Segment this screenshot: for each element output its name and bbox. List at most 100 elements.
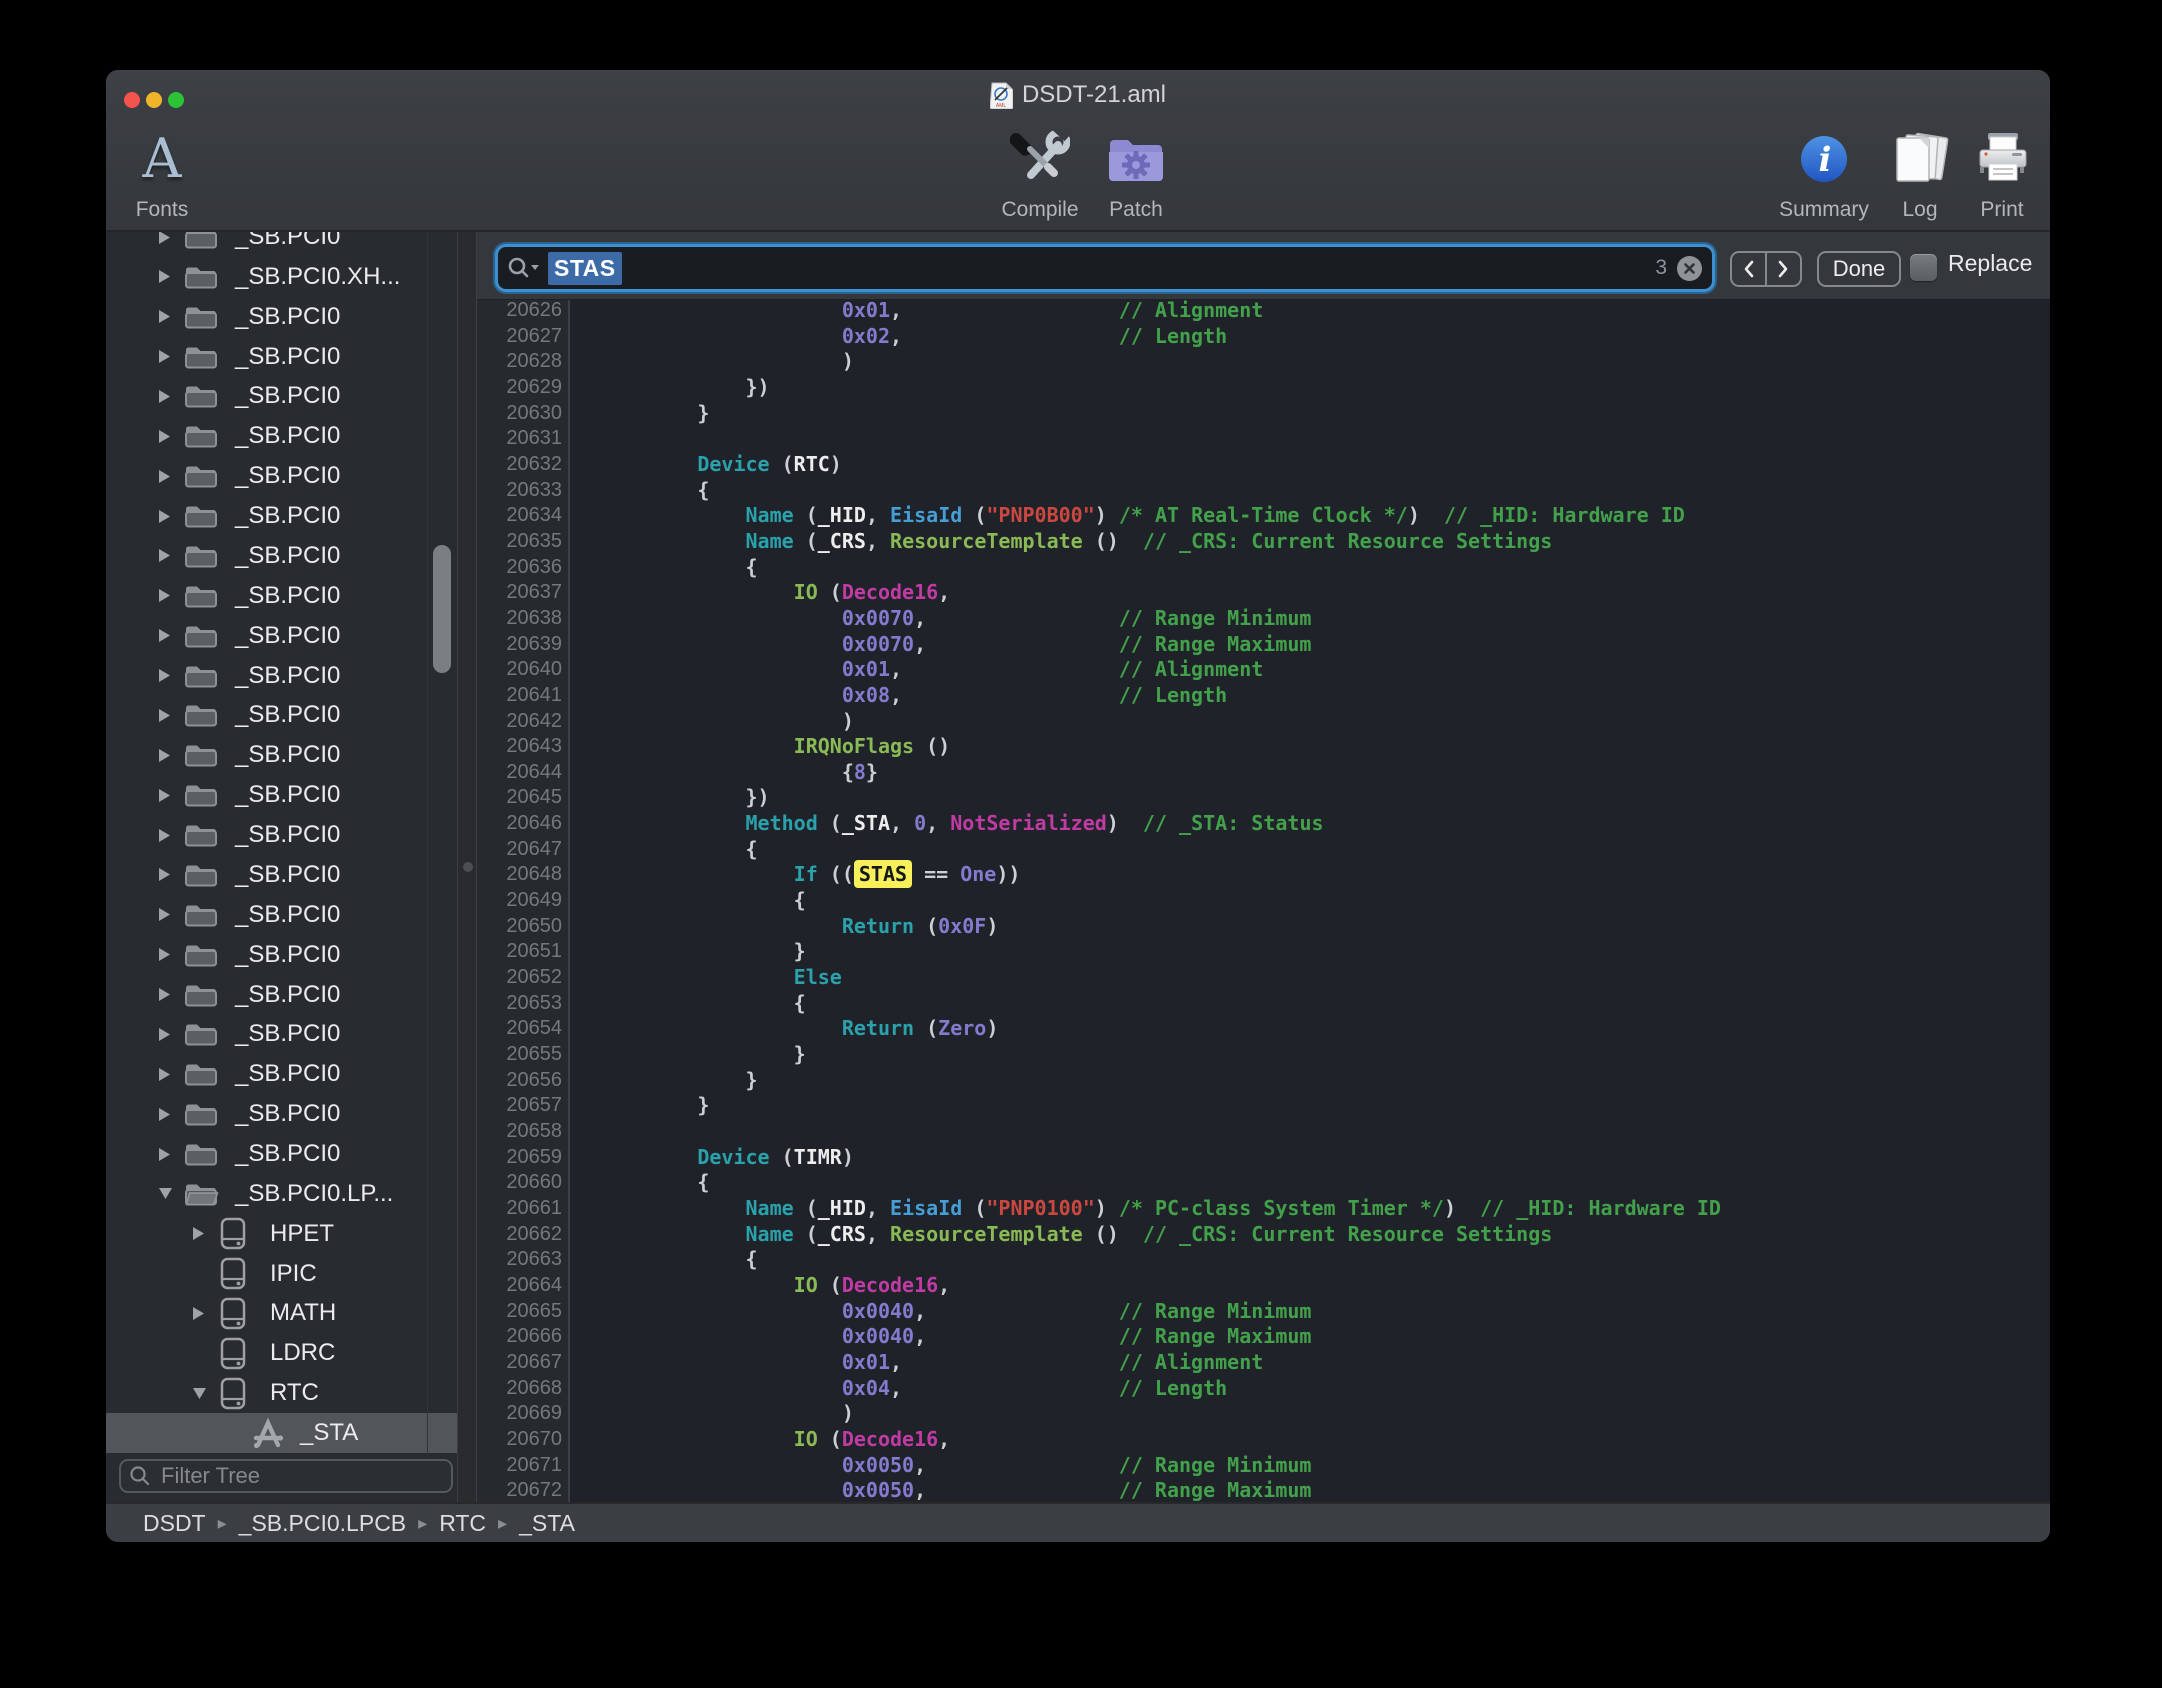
- tree-row--sb-pci0[interactable]: _SB.PCI0: [106, 695, 455, 735]
- disclosure-right-icon[interactable]: [158, 827, 173, 843]
- disclosure-right-icon[interactable]: [158, 508, 173, 524]
- disclosure-right-icon[interactable]: [192, 1226, 207, 1242]
- disclosure-right-icon[interactable]: [158, 787, 173, 803]
- disclosure-right-icon[interactable]: [158, 428, 173, 444]
- disclosure-right-icon[interactable]: [158, 588, 173, 604]
- disclosure-right-icon[interactable]: [158, 1066, 173, 1082]
- disclosure-down-icon[interactable]: [158, 1186, 173, 1202]
- tree-row--sb-pci0[interactable]: _SB.PCI0: [106, 337, 455, 377]
- code-line-20641: 20641 0x08, // Length: [477, 683, 2050, 709]
- tree-row-label: HPET: [270, 1220, 334, 1248]
- tree-row-rtc[interactable]: RTC: [106, 1373, 455, 1413]
- tree-row--sb-pci0[interactable]: _SB.PCI0: [106, 616, 455, 656]
- tree-row--sb-pci0[interactable]: _SB.PCI0: [106, 536, 455, 576]
- sidebar-scrollbar-thumb[interactable]: [433, 545, 451, 673]
- tree-row--sb-pci0[interactable]: _SB.PCI0: [106, 1094, 455, 1134]
- line-number: 20632: [477, 452, 570, 478]
- filter-tree-field[interactable]: [119, 1459, 453, 1493]
- disclosure-right-icon[interactable]: [158, 1106, 173, 1122]
- tree-row--sb-pci0[interactable]: _SB.PCI0: [106, 1054, 455, 1094]
- close-icon: [1683, 262, 1696, 275]
- disclosure-right-icon[interactable]: [158, 269, 173, 285]
- tree-row--sb-pci0[interactable]: _SB.PCI0: [106, 496, 455, 536]
- tree-row--sb-pci0[interactable]: _SB.PCI0: [106, 376, 455, 416]
- tree-row--sb-pci0[interactable]: _SB.PCI0: [106, 232, 455, 257]
- line-number: 20656: [477, 1068, 570, 1094]
- tree-row-math[interactable]: MATH: [106, 1293, 455, 1333]
- search-input[interactable]: STAS 3: [498, 247, 1712, 289]
- code-text: {: [570, 478, 709, 504]
- disclosure-right-icon[interactable]: [158, 668, 173, 684]
- tree-row-ldrc[interactable]: LDRC: [106, 1333, 455, 1373]
- disclosure-right-icon[interactable]: [158, 349, 173, 365]
- code-line-20663: 20663 {: [477, 1247, 2050, 1273]
- disclosure-right-icon[interactable]: [158, 907, 173, 923]
- tree-row--sb-pci0[interactable]: _SB.PCI0: [106, 297, 455, 337]
- split-divider[interactable]: [457, 232, 477, 1502]
- tree-row--sb-pci0-xh-[interactable]: _SB.PCI0.XH...: [106, 257, 455, 297]
- breadcrumb-item--sb-pci0-lpcb: _SB.PCI0.LPCB: [239, 1510, 406, 1537]
- tree-row--sb-pci0[interactable]: _SB.PCI0: [106, 456, 455, 496]
- disclosure-right-icon[interactable]: [158, 548, 173, 564]
- filter-tree-input[interactable]: [159, 1462, 419, 1490]
- disclosure-right-icon[interactable]: [158, 707, 173, 723]
- disclosure-right-icon[interactable]: [158, 232, 173, 245]
- split-divider-handle[interactable]: [463, 862, 473, 872]
- sidebar-tree: _SB.PCI0_SB.PCI0.XH..._SB.PCI0_SB.PCI0_S…: [106, 232, 457, 1502]
- tree-row--sb-pci0[interactable]: _SB.PCI0: [106, 935, 455, 975]
- replace-checkbox[interactable]: [1910, 254, 1937, 281]
- disclosure-down-icon[interactable]: [192, 1385, 207, 1401]
- line-number: 20663: [477, 1247, 570, 1273]
- disclosure-right-icon[interactable]: [158, 388, 173, 404]
- line-number: 20669: [477, 1401, 570, 1427]
- title-group: AML DSDT-21.aml: [106, 70, 2050, 120]
- code-editor[interactable]: 20626 0x01, // Alignment20627 0x02, // L…: [477, 300, 2050, 1502]
- tree-row--sb-pci0[interactable]: _SB.PCI0: [106, 656, 455, 696]
- done-button[interactable]: Done: [1817, 251, 1901, 287]
- tree-row--sb-pci0[interactable]: _SB.PCI0: [106, 1014, 455, 1054]
- tree-row--sb-pci0[interactable]: _SB.PCI0: [106, 855, 455, 895]
- disclosure-right-icon[interactable]: [158, 747, 173, 763]
- code-line-20635: 20635 Name (_CRS, ResourceTemplate () //…: [477, 529, 2050, 555]
- print-button[interactable]: Print: [1942, 124, 2050, 228]
- folder-icon: [183, 901, 219, 929]
- tree-row-hpet[interactable]: HPET: [106, 1214, 455, 1254]
- clear-search-button[interactable]: [1677, 256, 1702, 281]
- patch-button[interactable]: Patch: [1076, 124, 1196, 228]
- disclosure-right-icon[interactable]: [158, 867, 173, 883]
- tree-row--sb-pci0[interactable]: _SB.PCI0: [106, 1134, 455, 1174]
- code-text: ): [570, 1401, 854, 1427]
- tree-row--sb-pci0[interactable]: _SB.PCI0: [106, 895, 455, 935]
- tree-row--sb-pci0-lp-[interactable]: _SB.PCI0.LP...: [106, 1174, 455, 1214]
- disclosure-right-icon[interactable]: [158, 468, 173, 484]
- folder-icon: [183, 1100, 219, 1128]
- device-icon: [219, 1297, 247, 1330]
- tree-row-label: _SB.PCI0: [235, 1020, 340, 1048]
- find-next-button[interactable]: [1767, 253, 1800, 285]
- disclosure-right-icon[interactable]: [158, 309, 173, 325]
- find-previous-button[interactable]: [1732, 253, 1765, 285]
- breadcrumb-separator-icon: ▸: [418, 1513, 427, 1534]
- tree-row-ipic[interactable]: IPIC: [106, 1254, 455, 1294]
- tree-row--sb-pci0[interactable]: _SB.PCI0: [106, 416, 455, 456]
- code-line-20664: 20664 IO (Decode16,: [477, 1273, 2050, 1299]
- folder-icon: [183, 821, 219, 849]
- line-number: 20649: [477, 888, 570, 914]
- tree-row--sb-pci0[interactable]: _SB.PCI0: [106, 815, 455, 855]
- code-line-20644: 20644 {8}: [477, 760, 2050, 786]
- tree-row--sb-pci0[interactable]: _SB.PCI0: [106, 975, 455, 1015]
- code-text: 0x0040, // Range Minimum: [570, 1299, 1311, 1325]
- disclosure-right-icon[interactable]: [158, 1146, 173, 1162]
- disclosure-right-icon[interactable]: [158, 987, 173, 1003]
- tree-row--sb-pci0[interactable]: _SB.PCI0: [106, 735, 455, 775]
- disclosure-right-icon[interactable]: [158, 628, 173, 644]
- tree-row--sta[interactable]: _STA: [106, 1413, 457, 1453]
- fonts-button[interactable]: A Fonts: [106, 124, 222, 228]
- disclosure-right-icon[interactable]: [192, 1305, 207, 1321]
- code-text: {: [570, 1247, 758, 1273]
- disclosure-right-icon[interactable]: [158, 947, 173, 963]
- disclosure-right-icon[interactable]: [158, 1026, 173, 1042]
- tree-row--sb-pci0[interactable]: _SB.PCI0: [106, 576, 455, 616]
- tree-row--sb-pci0[interactable]: _SB.PCI0: [106, 775, 455, 815]
- search-icon[interactable]: [506, 255, 542, 281]
